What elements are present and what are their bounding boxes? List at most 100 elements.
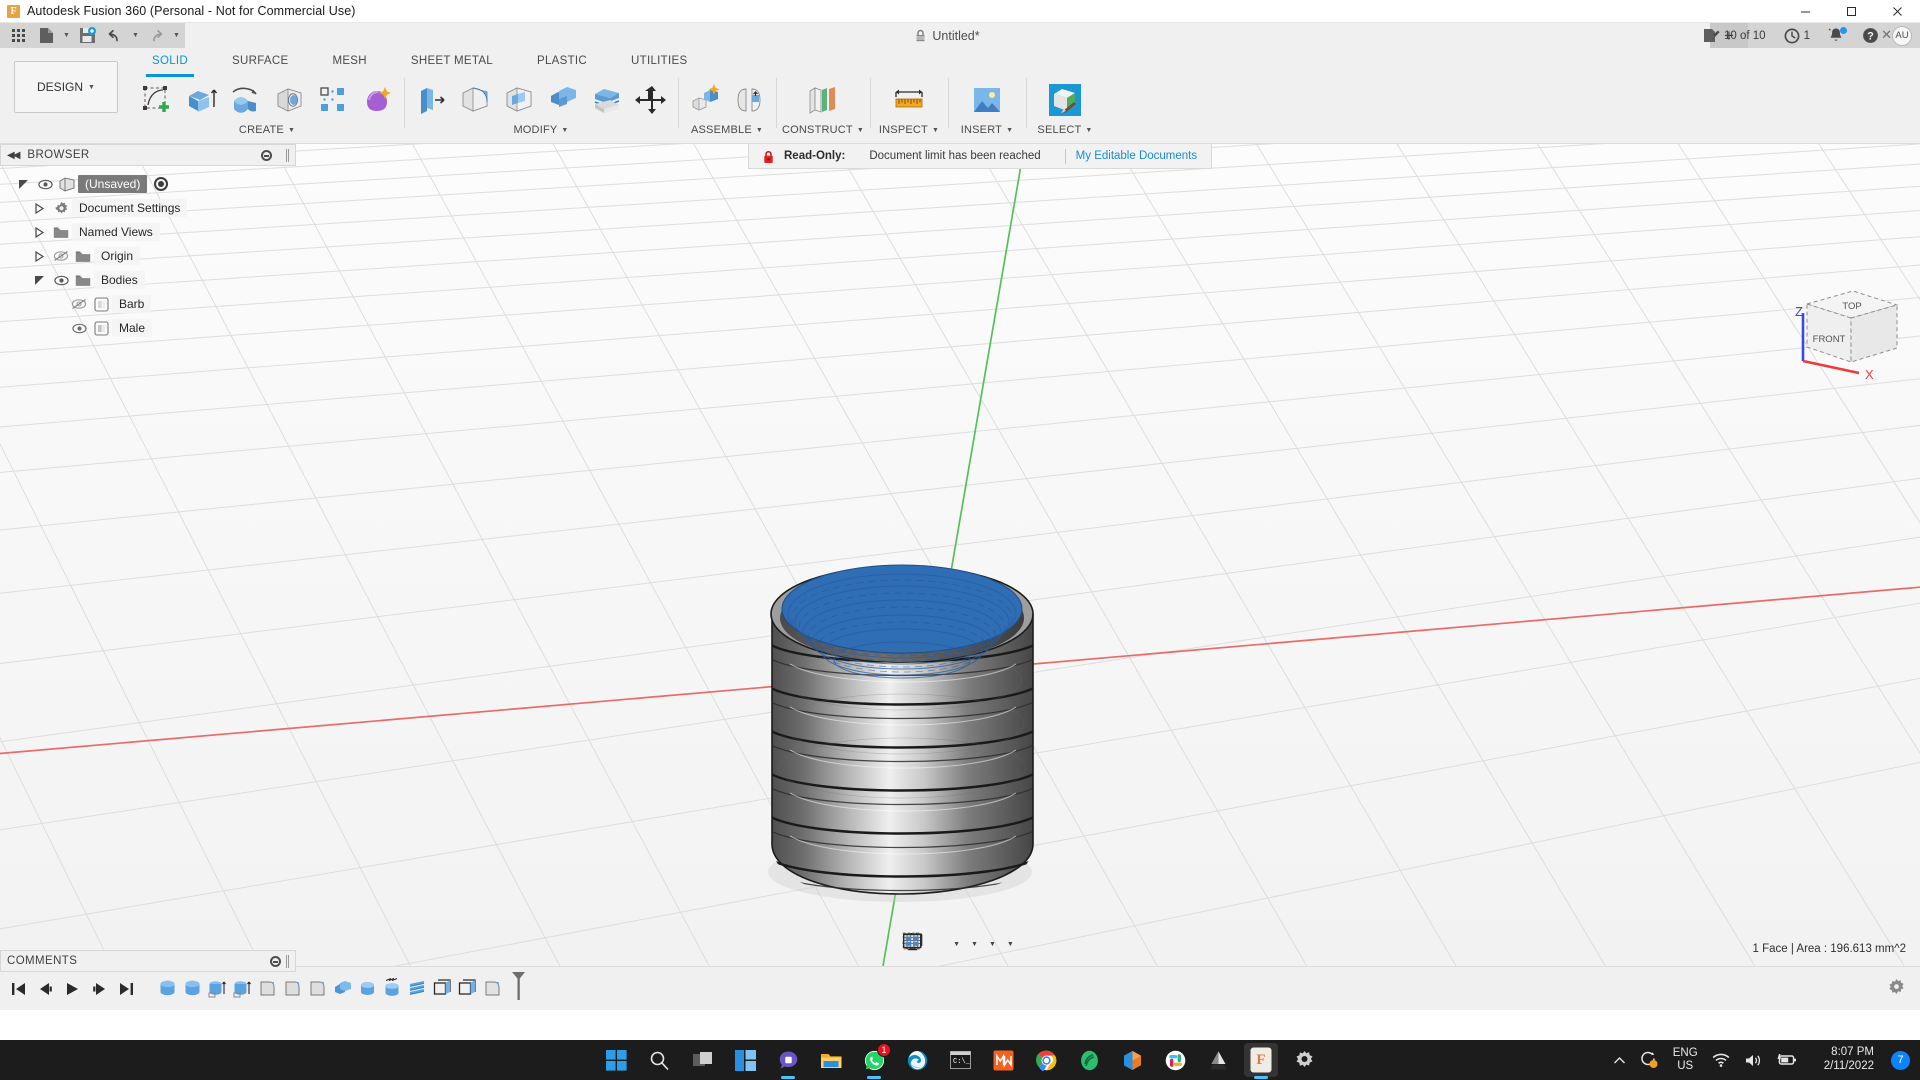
undo-caret-icon[interactable]: ▼ xyxy=(130,25,141,47)
extrude-feature-icon[interactable] xyxy=(156,977,178,1001)
create-sketch-icon[interactable] xyxy=(136,77,178,123)
blender-icon[interactable] xyxy=(1115,1043,1149,1077)
visibility-eye-hidden-icon[interactable] xyxy=(50,250,72,262)
move-copy-icon[interactable] xyxy=(630,77,672,123)
ribbon-panel-select-label[interactable]: SELECT▼ xyxy=(1037,124,1092,136)
volume-icon[interactable] xyxy=(1737,1040,1769,1080)
display-settings-icon[interactable]: ▼ xyxy=(965,932,982,956)
tree-item-named-views[interactable]: Named Views xyxy=(0,220,296,244)
timeline-settings-icon[interactable] xyxy=(1887,978,1906,1002)
widgets-icon[interactable] xyxy=(728,1043,762,1077)
job-status-button[interactable]: 10 of 10 xyxy=(1694,23,1775,48)
slack-icon[interactable] xyxy=(1158,1043,1192,1077)
grid-snaps-caret-icon[interactable]: ▼ xyxy=(989,941,996,948)
press-pull-icon[interactable] xyxy=(410,77,452,123)
expand-twist-icon[interactable] xyxy=(28,203,50,214)
maximize-button[interactable] xyxy=(1828,0,1874,23)
expand-twist-icon[interactable] xyxy=(28,251,50,262)
onedrive-sync-icon[interactable] xyxy=(1633,1040,1666,1080)
task-view-icon[interactable] xyxy=(685,1043,719,1077)
combine-feature-icon[interactable] xyxy=(331,977,353,1001)
activate-component-radio[interactable] xyxy=(154,177,168,191)
undo-icon[interactable] xyxy=(102,25,128,47)
google-chrome-icon[interactable] xyxy=(1029,1043,1063,1077)
extrude-feature-icon[interactable] xyxy=(181,977,203,1001)
new-component-icon[interactable] xyxy=(684,77,726,123)
document-tab-untitled[interactable]: Untitled* xyxy=(185,23,1710,48)
fusion-360-icon[interactable]: F xyxy=(1244,1043,1278,1077)
insert-image-icon[interactable] xyxy=(966,77,1008,123)
extrude-icon[interactable] xyxy=(180,77,222,123)
tab-mesh[interactable]: MESH xyxy=(310,48,388,74)
fillet-icon[interactable] xyxy=(454,77,496,123)
expand-twist-icon[interactable] xyxy=(28,227,50,238)
viewports-caret-icon[interactable]: ▼ xyxy=(1007,941,1014,948)
shell-feature-icon[interactable] xyxy=(481,977,503,1001)
grid-snaps-icon[interactable]: ▼ xyxy=(983,932,1000,956)
recent-activity-button[interactable]: 1 xyxy=(1775,23,1819,48)
terminal-icon[interactable]: C:\_ xyxy=(943,1043,977,1077)
app-grid-icon[interactable] xyxy=(5,25,31,47)
revolve-icon[interactable] xyxy=(224,77,266,123)
close-button[interactable] xyxy=(1874,0,1920,23)
tree-item-male[interactable]: Male xyxy=(0,316,296,340)
redo-caret-icon[interactable]: ▼ xyxy=(171,25,182,47)
comments-panel-header[interactable]: COMMENTS xyxy=(0,950,296,972)
selected-face[interactable] xyxy=(782,565,1022,653)
tree-item-origin[interactable]: Origin xyxy=(0,244,296,268)
zoom-icon[interactable] xyxy=(938,932,946,956)
battery-charging-icon[interactable] xyxy=(1769,1040,1805,1080)
save-icon[interactable] xyxy=(74,25,100,47)
kdenlive-icon[interactable] xyxy=(1072,1043,1106,1077)
pattern-feature-icon[interactable] xyxy=(406,977,428,1001)
tray-expand-chevron-icon[interactable] xyxy=(1606,1040,1633,1080)
display-settings-caret-icon[interactable]: ▼ xyxy=(971,941,978,948)
tree-item-unsaved[interactable]: (Unsaved) xyxy=(0,172,296,196)
combine-icon[interactable] xyxy=(542,77,584,123)
select-icon[interactable] xyxy=(1044,77,1086,123)
new-file-icon[interactable] xyxy=(33,25,59,47)
viewports-icon[interactable]: ▼ xyxy=(1001,932,1018,956)
hole-icon[interactable] xyxy=(268,77,310,123)
collapse-panel-icon[interactable]: ◀◀ xyxy=(7,150,18,161)
file-explorer-icon[interactable] xyxy=(814,1043,848,1077)
visibility-eye-icon[interactable] xyxy=(68,323,90,334)
pattern-feature-icon[interactable] xyxy=(431,977,453,1001)
fillet-feature-icon[interactable] xyxy=(281,977,303,1001)
teams-chat-icon[interactable] xyxy=(771,1043,805,1077)
windows-start-icon[interactable] xyxy=(599,1043,633,1077)
visibility-eye-hidden-icon[interactable] xyxy=(68,298,90,310)
construct-plane-icon[interactable] xyxy=(802,77,844,123)
tab-sheet-metal[interactable]: SHEET METAL xyxy=(389,48,515,74)
notifications-button[interactable] xyxy=(1819,23,1853,48)
tab-plastic[interactable]: PLASTIC xyxy=(515,48,609,74)
wifi-icon[interactable] xyxy=(1705,1040,1737,1080)
tree-item-barb[interactable]: Barb xyxy=(0,292,296,316)
browser-resize-grip[interactable] xyxy=(286,149,289,162)
revolve-feature-icon[interactable] xyxy=(356,977,378,1001)
visibility-eye-icon[interactable] xyxy=(34,179,56,190)
ribbon-panel-insert-label[interactable]: INSERT▼ xyxy=(961,124,1013,136)
microsoft-edge-icon[interactable] xyxy=(900,1043,934,1077)
user-avatar[interactable]: AU xyxy=(1892,26,1912,46)
tab-utilities[interactable]: UTILITIES xyxy=(609,48,709,74)
extrude-cut-feature-icon[interactable] xyxy=(231,977,253,1001)
my-editable-documents-link[interactable]: My Editable Documents xyxy=(1076,150,1197,162)
workspace-switcher[interactable]: DESIGN ▼ xyxy=(14,61,118,113)
fillet-feature-icon[interactable] xyxy=(306,977,328,1001)
comments-minimize-icon[interactable] xyxy=(270,956,281,967)
fillet-feature-icon[interactable] xyxy=(256,977,278,1001)
tab-surface[interactable]: SURFACE xyxy=(210,48,310,74)
fit-icon[interactable]: ▼ xyxy=(947,932,964,956)
notification-center-badge[interactable]: 7 xyxy=(1891,1051,1910,1070)
tree-item-document-settings[interactable]: Document Settings xyxy=(0,196,296,220)
rectangular-pattern-icon[interactable] xyxy=(312,77,354,123)
settings-icon[interactable] xyxy=(1287,1043,1321,1077)
browser-minimize-icon[interactable] xyxy=(261,150,272,161)
new-file-caret-icon[interactable]: ▼ xyxy=(61,25,72,47)
whatsapp-icon[interactable]: 1 xyxy=(857,1043,891,1077)
model-threaded-cylinder[interactable] xyxy=(766,565,1039,902)
timeline-marker-icon[interactable] xyxy=(510,971,527,1006)
measure-icon[interactable] xyxy=(888,77,930,123)
timeline-step-back-icon[interactable] xyxy=(35,977,55,1001)
